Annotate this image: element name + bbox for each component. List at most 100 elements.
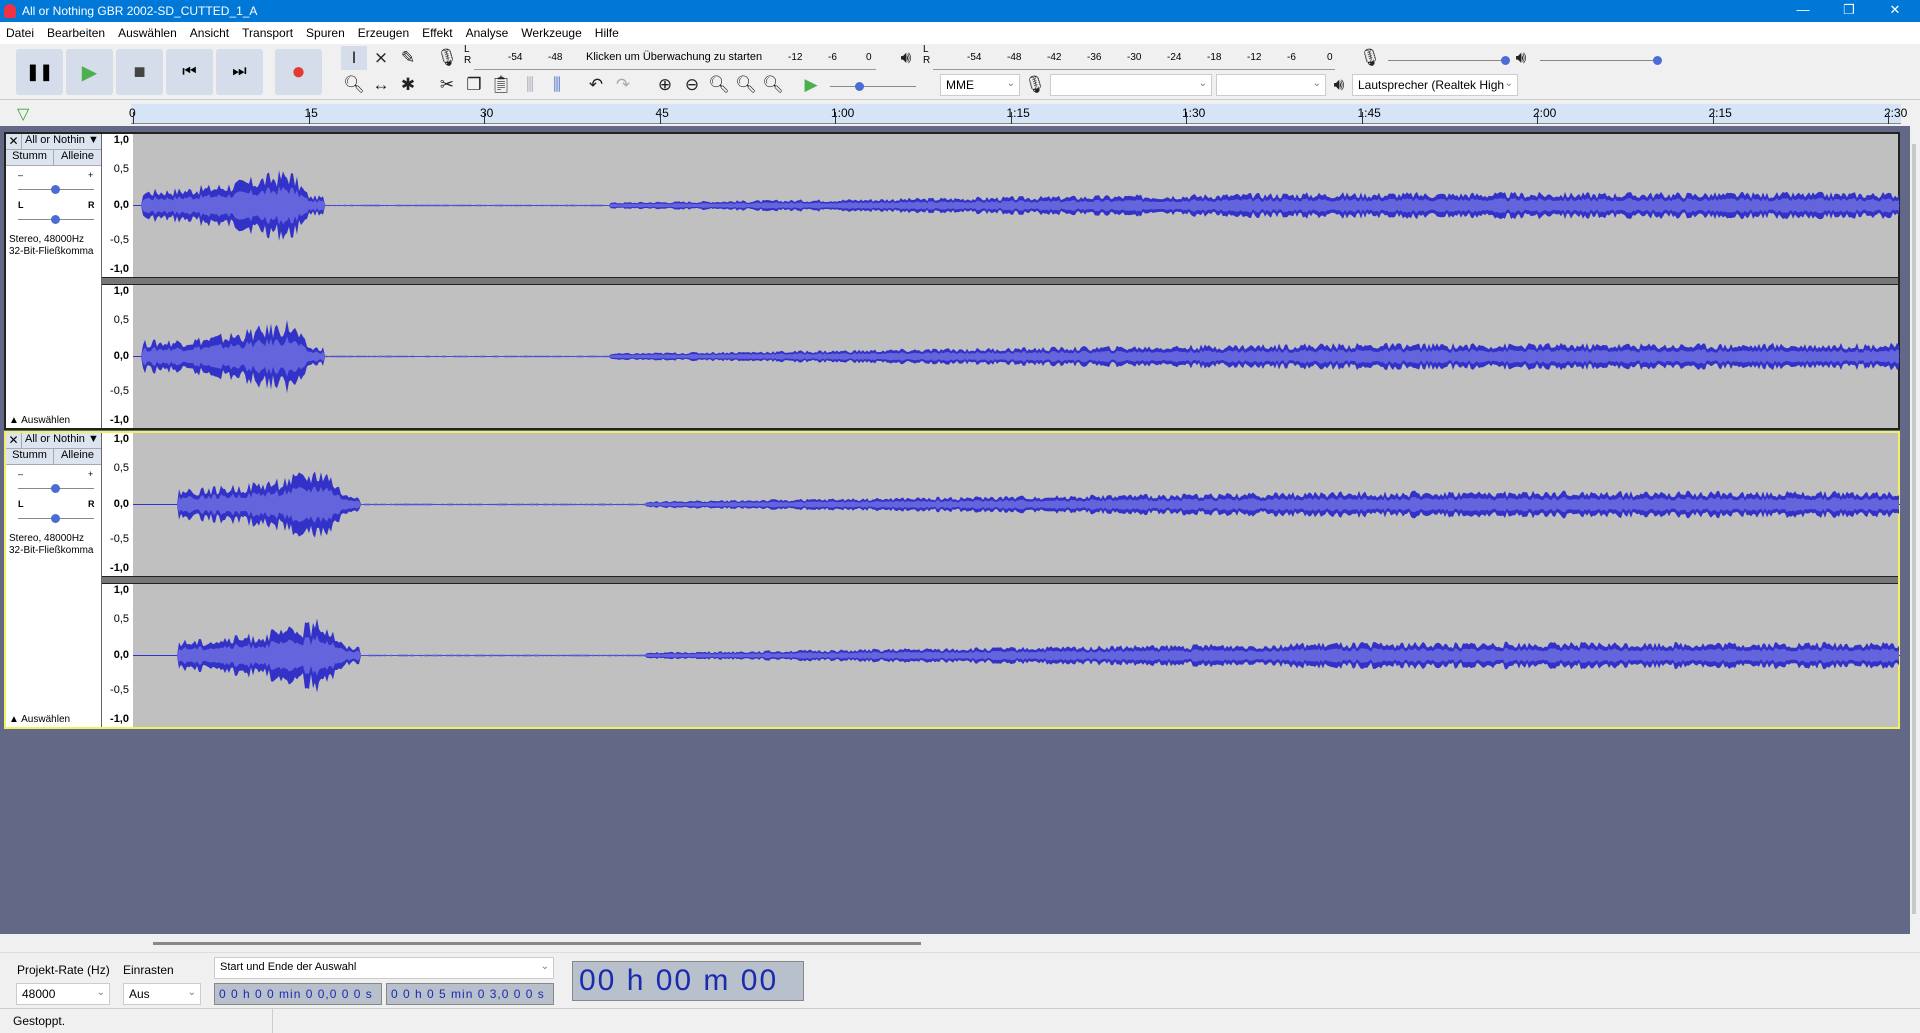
- draw-tool[interactable]: ✎: [395, 46, 421, 70]
- gain-slider[interactable]: [18, 484, 94, 493]
- mute-button[interactable]: Stumm: [6, 150, 54, 165]
- pan-slider[interactable]: [18, 514, 94, 523]
- caret-down-icon: ▼: [87, 433, 99, 445]
- record-button[interactable]: ●: [275, 49, 322, 95]
- pan-slider[interactable]: [18, 215, 94, 224]
- track-name-menu[interactable]: All or Nothin ▼: [22, 134, 101, 149]
- skip-to-end-button[interactable]: ⏭: [216, 49, 263, 95]
- audio-channel[interactable]: [133, 285, 1900, 428]
- play-meter-button[interactable]: 🔊︎: [893, 46, 919, 70]
- vruler-label: 0,5: [113, 162, 129, 175]
- selection-tool[interactable]: I: [341, 46, 367, 70]
- trim-button[interactable]: ⫼: [517, 73, 543, 97]
- vertical-scrollbar[interactable]: [1910, 126, 1920, 934]
- audio-channel[interactable]: [133, 584, 1900, 727]
- zoom-tool[interactable]: 🔍︎: [341, 73, 367, 97]
- select-track-button[interactable]: ▲ Auswählen: [9, 714, 70, 725]
- slider-thumb[interactable]: [51, 484, 60, 493]
- selection-end-time[interactable]: 0 0 h 0 5 min 0 3,0 0 0 s: [386, 983, 554, 1005]
- solo-button[interactable]: Alleine: [54, 449, 101, 464]
- mute-button[interactable]: Stumm: [6, 449, 54, 464]
- cut-button[interactable]: ✂: [434, 73, 460, 97]
- snap-select[interactable]: Aus ⌄: [123, 983, 201, 1005]
- menu-werkzeuge[interactable]: Werkzeuge: [521, 26, 581, 40]
- selection-mode-select[interactable]: Start und Ende der Auswahl ⌄: [214, 957, 554, 979]
- audio-channel[interactable]: [133, 433, 1900, 576]
- undo-button[interactable]: ↶: [583, 73, 609, 97]
- track-control-panel[interactable]: ✕ All or Nothin ▼ Stumm Alleine – + L R St…: [6, 433, 102, 727]
- menu-transport[interactable]: Transport: [242, 26, 293, 40]
- project-rate-select[interactable]: 48000 ⌄: [16, 983, 110, 1005]
- stop-button[interactable]: ■: [116, 49, 163, 95]
- track-control-panel[interactable]: ✕ All or Nothin ▼ Stumm Alleine – + L R St…: [6, 134, 102, 428]
- redo-button[interactable]: ↷: [610, 73, 636, 97]
- horizontal-scrollbar[interactable]: [0, 934, 1920, 952]
- menu-bearbeiten[interactable]: Bearbeiten: [47, 26, 105, 40]
- restore-button[interactable]: ❐: [1826, 0, 1872, 22]
- fit-project-button[interactable]: 🔍︎: [733, 73, 759, 97]
- audio-track[interactable]: ✕ All or Nothin ▼ Stumm Alleine – + L R St…: [4, 132, 1900, 430]
- gain-slider[interactable]: [18, 185, 94, 194]
- zoom-out-button[interactable]: ⊖: [679, 73, 705, 97]
- copy-button[interactable]: ❐: [461, 73, 487, 97]
- play-speed-slider[interactable]: [830, 82, 916, 91]
- audio-host-value: MME: [946, 78, 974, 92]
- menu-spuren[interactable]: Spuren: [306, 26, 345, 40]
- paste-button[interactable]: 📋︎: [488, 73, 514, 97]
- zoom-in-button[interactable]: ⊕: [652, 73, 678, 97]
- waveform[interactable]: [133, 584, 1900, 727]
- menu-erzeugen[interactable]: Erzeugen: [358, 26, 409, 40]
- audio-channel[interactable]: [133, 134, 1900, 277]
- skip-to-start-button[interactable]: ⏮: [166, 49, 213, 95]
- record-volume-slider[interactable]: [1388, 56, 1510, 65]
- waveform[interactable]: [133, 285, 1900, 428]
- timeline-options-icon[interactable]: ▽: [17, 104, 29, 124]
- close-button[interactable]: ✕: [1872, 0, 1918, 22]
- select-label: Auswählen: [21, 714, 71, 725]
- menu-datei[interactable]: Datei: [6, 26, 34, 40]
- track-name-menu[interactable]: All or Nothin ▼: [22, 433, 101, 448]
- menu-hilfe[interactable]: Hilfe: [595, 26, 619, 40]
- menu-effekt[interactable]: Effekt: [422, 26, 452, 40]
- scrollbar-thumb[interactable]: [153, 942, 921, 945]
- input-device-select[interactable]: ⌄: [1050, 74, 1212, 96]
- menu-analyse[interactable]: Analyse: [466, 26, 509, 40]
- silence-button[interactable]: ⫼: [544, 73, 570, 97]
- input-channels-select[interactable]: ⌄: [1216, 74, 1326, 96]
- playback-meter[interactable]: -54 -48 -42 -36 -30 -24 -18 -12 -6 0: [933, 46, 1335, 70]
- menu-ansicht[interactable]: Ansicht: [190, 26, 229, 40]
- close-track-icon[interactable]: ✕: [6, 134, 22, 149]
- fit-selection-button[interactable]: 🔍︎: [706, 73, 732, 97]
- audio-track[interactable]: ✕ All or Nothin ▼ Stumm Alleine – + L R St…: [4, 431, 1900, 729]
- pause-button[interactable]: ❚❚: [16, 49, 63, 95]
- playback-volume-slider[interactable]: [1540, 56, 1662, 65]
- timeshift-tool[interactable]: ↔: [368, 73, 394, 97]
- audio-position[interactable]: 00 h 00 m 00 s: [572, 961, 804, 1031]
- slider-thumb[interactable]: [1653, 56, 1662, 65]
- solo-button[interactable]: Alleine: [54, 150, 101, 165]
- close-track-icon[interactable]: ✕: [6, 433, 22, 448]
- meter-l-label: L: [464, 44, 470, 55]
- play-icon: ▶: [81, 61, 98, 84]
- waveform[interactable]: [133, 134, 1900, 277]
- slider-thumb[interactable]: [51, 185, 60, 194]
- slider-thumb[interactable]: [855, 82, 864, 91]
- toolbars: ❚❚ ▶ ■ ⏮ ⏭ ● I ⨯ ✎ 🔍︎ ↔ ✱ 🎙︎ L R -54 -48…: [0, 44, 1920, 100]
- vruler-label: 0,0: [113, 198, 129, 211]
- audio-host-select[interactable]: MME ⌄: [940, 74, 1020, 96]
- record-meter-button[interactable]: 🎙︎: [434, 46, 460, 70]
- minimize-button[interactable]: —: [1780, 0, 1826, 22]
- select-track-button[interactable]: ▲ Auswählen: [9, 415, 70, 426]
- play-at-speed-button[interactable]: ▶: [798, 73, 824, 97]
- waveform[interactable]: [133, 433, 1900, 576]
- slider-thumb[interactable]: [51, 215, 60, 224]
- envelope-tool[interactable]: ⨯: [368, 46, 394, 70]
- zoom-toggle-button[interactable]: 🔍︎: [760, 73, 786, 97]
- multi-tool[interactable]: ✱: [395, 73, 421, 97]
- output-device-select[interactable]: Lautsprecher (Realtek High ⌄: [1352, 74, 1518, 96]
- menu-auswaehlen[interactable]: Auswählen: [118, 26, 177, 40]
- slider-thumb[interactable]: [51, 514, 60, 523]
- record-meter[interactable]: -54 -48 Klicken um Überwachung zu starte…: [474, 46, 876, 70]
- selection-start-time[interactable]: 0 0 h 0 0 min 0 0,0 0 0 s: [214, 983, 382, 1005]
- play-button[interactable]: ▶: [66, 49, 113, 95]
